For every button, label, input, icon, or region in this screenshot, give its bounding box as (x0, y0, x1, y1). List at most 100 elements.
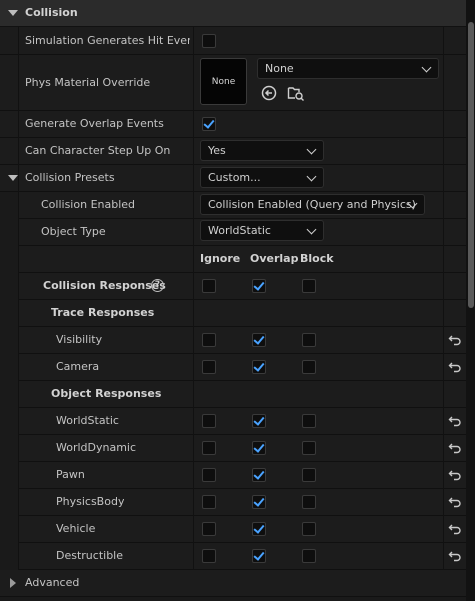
chevron-down-icon (421, 62, 432, 73)
trace-row: Camera (18, 354, 466, 381)
chevron-down-icon (306, 144, 317, 155)
object-row: Destructible (18, 543, 466, 570)
step-up-dropdown[interactable]: Yes (200, 140, 324, 161)
overlap-checkbox[interactable] (252, 549, 266, 563)
ignore-checkbox[interactable] (202, 333, 216, 347)
overlap-checkbox[interactable] (252, 279, 266, 293)
presets-label: Collision Presets (25, 171, 115, 184)
advanced-row[interactable]: Advanced (0, 570, 466, 597)
overlap-events-checkbox[interactable] (202, 117, 216, 131)
object-row-label: Destructible (56, 549, 123, 562)
step-up-label: Can Character Step Up On (25, 144, 171, 157)
hit-events-checkbox[interactable] (202, 34, 216, 48)
response-header-row: Ignore Overlap Block (18, 246, 466, 273)
ignore-checkbox[interactable] (202, 414, 216, 428)
details-panel: Collision Simulation Generates Hit Even.… (0, 0, 466, 601)
trace-row: Visibility (18, 327, 466, 354)
reset-arrow-icon[interactable] (448, 468, 462, 482)
block-checkbox[interactable] (302, 414, 316, 428)
reset-arrow-icon[interactable] (448, 360, 462, 374)
collision-responses-row: Collision Responses ? (18, 273, 466, 300)
object-row-label: WorldDynamic (56, 441, 137, 454)
reset-arrow-icon[interactable] (448, 414, 462, 428)
presets-value: Custom... (208, 171, 261, 184)
object-row: Pawn (18, 462, 466, 489)
chevron-down-icon[interactable] (8, 10, 18, 16)
object-row: PhysicsBody (18, 489, 466, 516)
overlap-checkbox[interactable] (252, 360, 266, 374)
reset-arrow-icon[interactable] (448, 549, 462, 563)
reset-column-divider (443, 26, 444, 570)
chevron-down-icon (306, 171, 317, 182)
reset-arrow-icon[interactable] (448, 522, 462, 536)
block-checkbox[interactable] (302, 522, 316, 536)
object-row-label: WorldStatic (56, 414, 119, 427)
trace-row-label: Visibility (56, 333, 103, 346)
arrow-left-circle-icon[interactable] (261, 85, 277, 101)
reset-arrow-icon[interactable] (448, 441, 462, 455)
property-row-hit-events: Simulation Generates Hit Even... (0, 27, 466, 55)
block-checkbox[interactable] (302, 468, 316, 482)
help-icon[interactable]: ? (151, 279, 164, 292)
overlap-events-label: Generate Overlap Events (25, 117, 164, 130)
ignore-column-header: Ignore (200, 252, 241, 265)
object-row: Vehicle (18, 516, 466, 543)
block-checkbox[interactable] (302, 495, 316, 509)
collision-enabled-label: Collision Enabled (41, 198, 136, 211)
block-checkbox[interactable] (302, 333, 316, 347)
ignore-checkbox[interactable] (202, 441, 216, 455)
step-up-value: Yes (208, 144, 226, 157)
overlap-checkbox[interactable] (252, 522, 266, 536)
ignore-checkbox[interactable] (202, 522, 216, 536)
thumbnail-text: None (211, 77, 236, 87)
presets-dropdown[interactable]: Custom... (200, 167, 324, 188)
object-row-label: Vehicle (56, 522, 96, 535)
section-title: Collision (25, 6, 78, 19)
reset-arrow-icon[interactable] (448, 333, 462, 347)
block-checkbox[interactable] (302, 279, 316, 293)
block-checkbox[interactable] (302, 360, 316, 374)
overlap-checkbox[interactable] (252, 333, 266, 347)
block-column-header: Block (300, 252, 334, 265)
collision-section-header[interactable]: Collision (0, 0, 466, 27)
collision-enabled-value: Collision Enabled (Query and Physics) (208, 198, 416, 211)
hit-events-label: Simulation Generates Hit Even... (25, 34, 190, 47)
indent-divider (18, 26, 19, 570)
object-row: WorldDynamic (18, 435, 466, 462)
ignore-checkbox[interactable] (202, 495, 216, 509)
scrollbar-thumb[interactable] (468, 22, 474, 308)
trace-responses-header: Trace Responses (18, 300, 466, 327)
overlap-checkbox[interactable] (252, 441, 266, 455)
property-row-overlap-events: Generate Overlap Events (0, 111, 466, 138)
block-checkbox[interactable] (302, 549, 316, 563)
chevron-right-icon[interactable] (10, 578, 16, 588)
ignore-checkbox[interactable] (202, 279, 216, 293)
advanced-label: Advanced (25, 576, 80, 589)
phys-material-dropdown[interactable]: None (257, 58, 439, 79)
phys-material-label: Phys Material Override (25, 76, 151, 89)
collision-enabled-dropdown[interactable]: Collision Enabled (Query and Physics) (200, 194, 425, 215)
name-value-divider (193, 26, 194, 570)
object-type-value: WorldStatic (208, 224, 271, 237)
ignore-checkbox[interactable] (202, 549, 216, 563)
phys-material-value: None (265, 62, 294, 75)
trace-responses-title: Trace Responses (51, 306, 155, 319)
chevron-down-icon (306, 224, 317, 235)
object-type-dropdown[interactable]: WorldStatic (200, 220, 324, 241)
ignore-checkbox[interactable] (202, 468, 216, 482)
object-type-label: Object Type (41, 225, 106, 238)
block-checkbox[interactable] (302, 441, 316, 455)
asset-thumbnail[interactable]: None (200, 58, 247, 105)
overlap-column-header: Overlap (250, 252, 299, 265)
object-row-label: Pawn (56, 468, 85, 481)
overlap-checkbox[interactable] (252, 414, 266, 428)
reset-arrow-icon[interactable] (448, 495, 462, 509)
object-responses-title: Object Responses (51, 387, 162, 400)
overlap-checkbox[interactable] (252, 468, 266, 482)
ignore-checkbox[interactable] (202, 360, 216, 374)
chevron-down-icon[interactable] (8, 175, 18, 181)
overlap-checkbox[interactable] (252, 495, 266, 509)
trace-row-label: Camera (56, 360, 100, 373)
object-row: WorldStatic (18, 408, 466, 435)
folder-search-icon[interactable] (287, 84, 305, 102)
